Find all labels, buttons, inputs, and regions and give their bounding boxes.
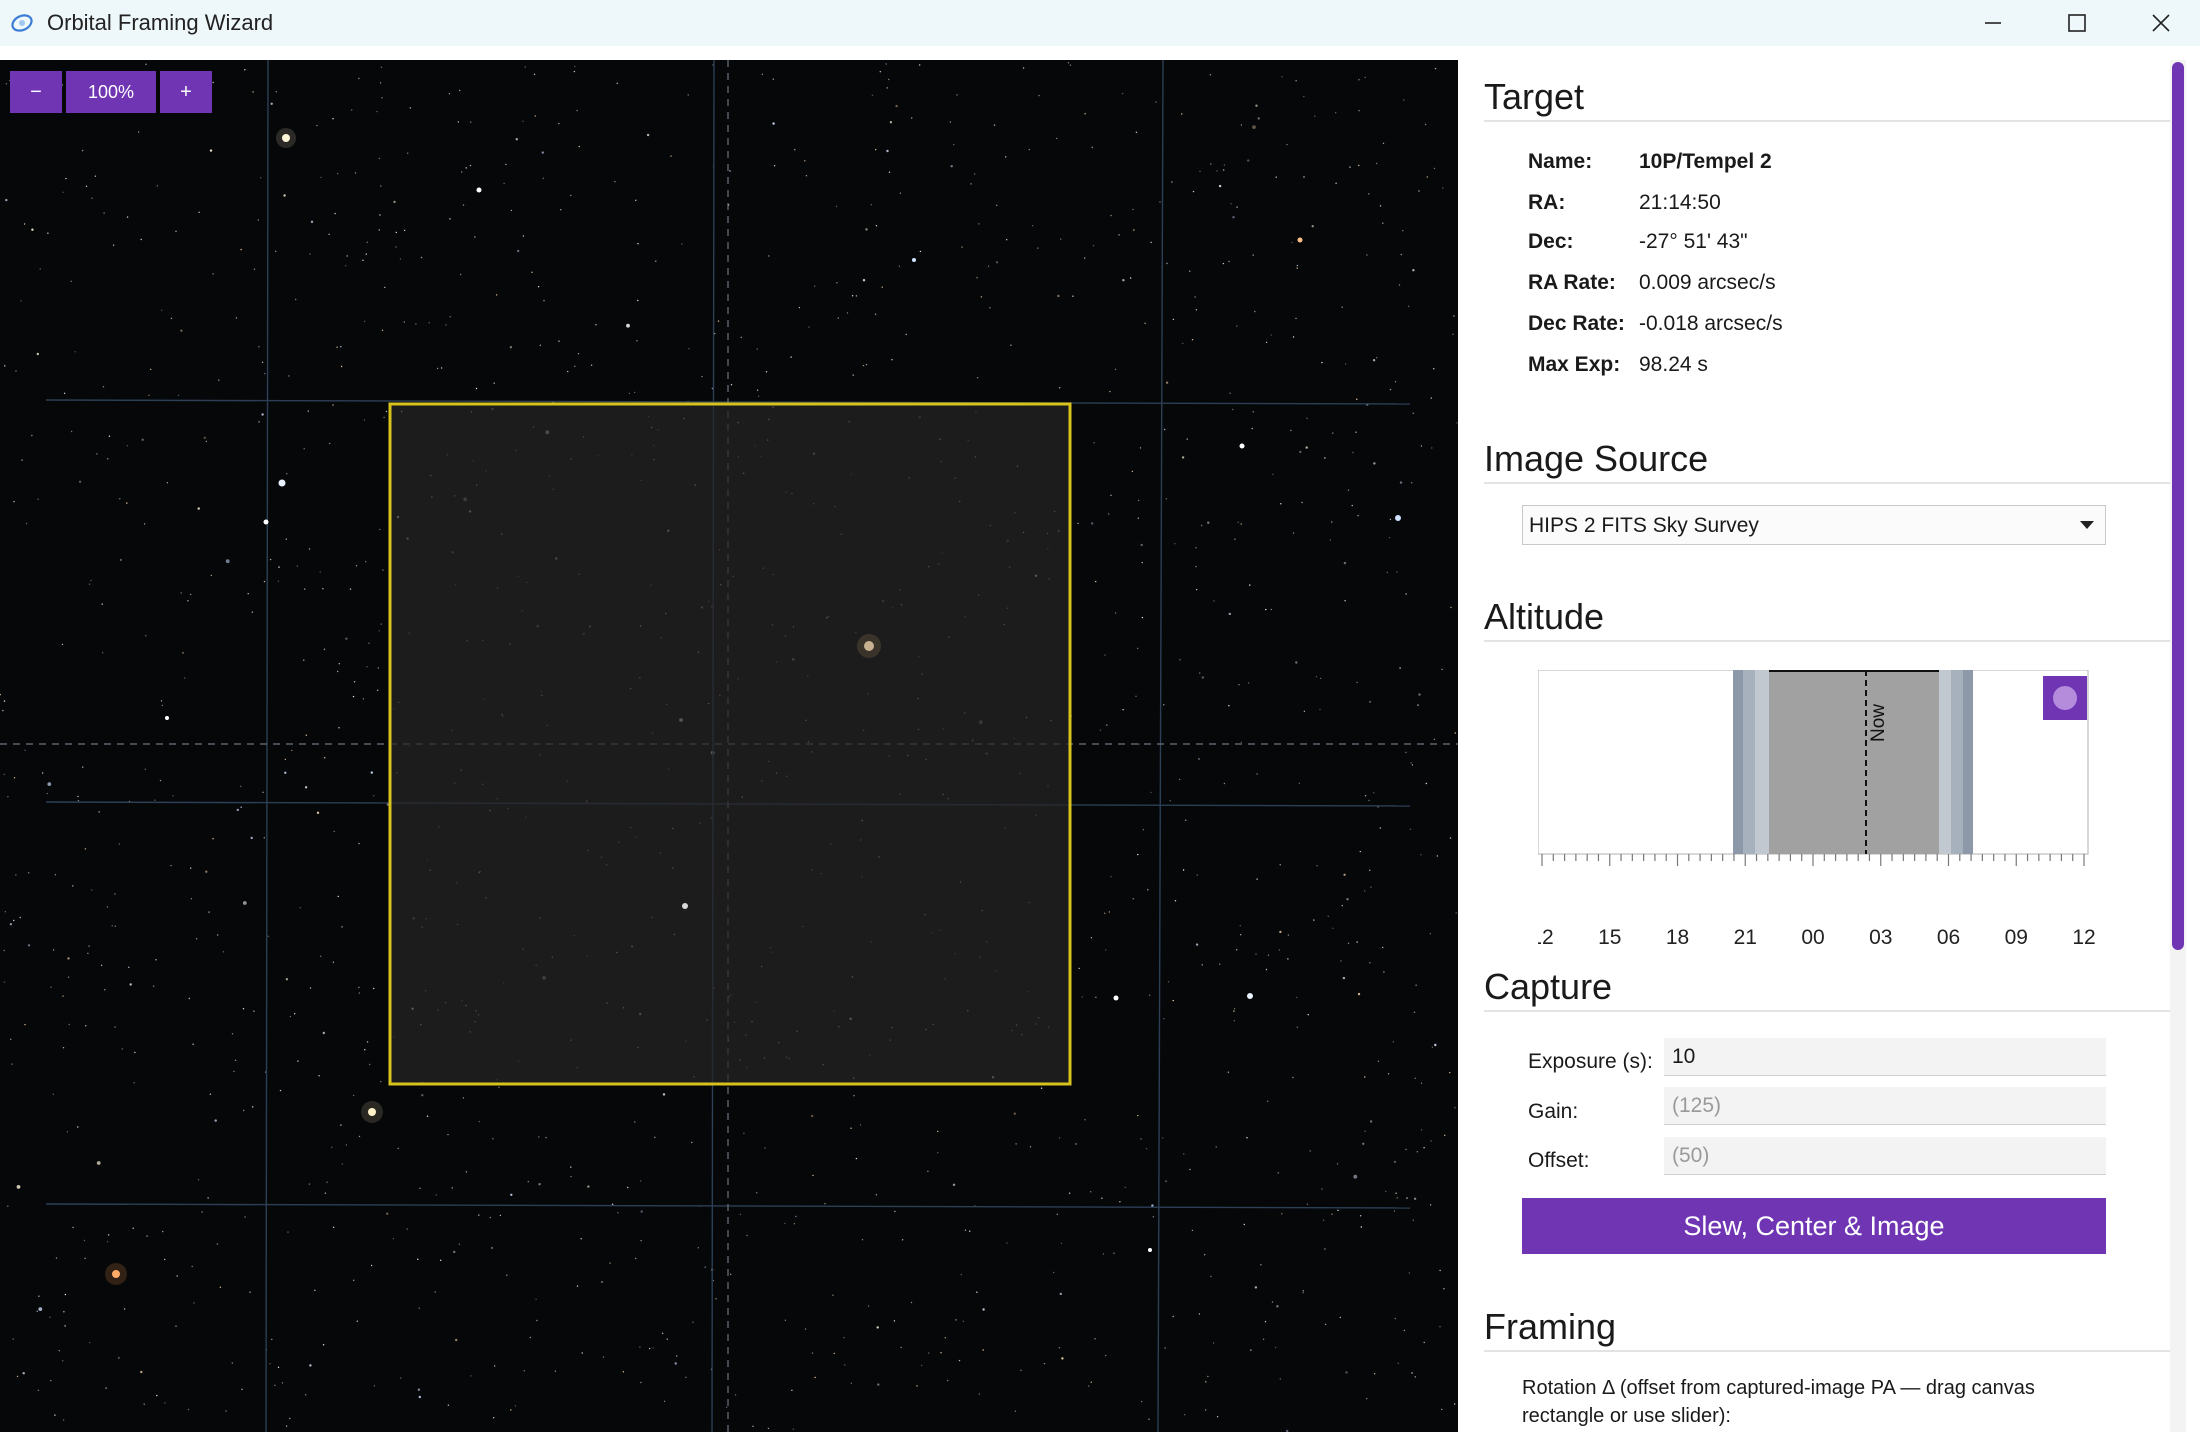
hour-tick-label: 12 xyxy=(1538,926,1554,949)
offset-input[interactable]: (50) xyxy=(1664,1137,2106,1175)
chevron-down-icon xyxy=(2080,521,2094,529)
image-source-heading: Image Source xyxy=(1484,438,1709,479)
slew-center-image-button[interactable]: Slew, Center & Image xyxy=(1522,1198,2106,1254)
hour-tick-label: 18 xyxy=(1666,926,1689,949)
gain-label: Gain: xyxy=(1528,1100,1579,1123)
maximize-button[interactable] xyxy=(2034,0,2118,46)
circle-icon xyxy=(2053,686,2077,710)
capture-divider xyxy=(1484,1010,2170,1012)
target-heading: Target xyxy=(1484,76,1585,117)
gain-placeholder: (125) xyxy=(1672,1094,1722,1117)
capture-heading: Capture xyxy=(1484,966,1613,1007)
target-dec-rate-label: Dec Rate: xyxy=(1528,312,1625,335)
gain-input[interactable]: (125) xyxy=(1664,1087,2106,1125)
target-ra-rate-label: RA Rate: xyxy=(1528,271,1616,294)
altitude-heading: Altitude xyxy=(1484,596,1605,637)
target-dec-label: Dec: xyxy=(1528,230,1574,253)
hour-tick-label: 21 xyxy=(1734,926,1757,949)
sky-canvas[interactable]: − 100% + xyxy=(0,60,1458,1432)
panel-scrollbar-thumb[interactable] xyxy=(2172,62,2184,950)
target-max-exp-label: Max Exp: xyxy=(1528,353,1621,376)
target-ra-value: 21:14:50 xyxy=(1639,191,1721,214)
framing-heading: Framing xyxy=(1484,1306,1617,1347)
target-ra-label: RA: xyxy=(1528,191,1566,214)
target-divider xyxy=(1484,120,2170,122)
altitude-divider xyxy=(1484,640,2170,642)
hour-tick-label: 00 xyxy=(1801,926,1824,949)
target-ra-rate-value: 0.009 arcsec/s xyxy=(1639,271,1776,294)
orbit-app-icon xyxy=(11,14,33,32)
hour-tick-label: 03 xyxy=(1869,926,1892,949)
image-source-select[interactable]: HIPS 2 FITS Sky Survey xyxy=(1522,505,2106,545)
zoom-in-button[interactable]: + xyxy=(160,71,212,113)
minimize-icon xyxy=(1985,22,2001,24)
exposure-label: Exposure (s): xyxy=(1528,1050,1653,1073)
image-source-selected: HIPS 2 FITS Sky Survey xyxy=(1529,514,1759,537)
close-button[interactable] xyxy=(2118,0,2200,46)
image-source-divider xyxy=(1484,482,2170,484)
zoom-level-display: 100% xyxy=(66,71,156,113)
minimize-button[interactable] xyxy=(1950,0,2034,46)
window-title: Orbital Framing Wizard xyxy=(47,10,274,35)
target-name-label: Name: xyxy=(1528,150,1593,173)
target-max-exp-value: 98.24 s xyxy=(1639,353,1708,376)
hour-tick-label: 06 xyxy=(1937,926,1960,949)
offset-label: Offset: xyxy=(1528,1149,1590,1172)
target-dec-rate-value: -0.018 arcsec/s xyxy=(1639,312,1783,335)
sky-survey-image xyxy=(0,60,1458,1432)
exposure-value: 10 xyxy=(1672,1045,1696,1068)
hour-tick-label: 15 xyxy=(1598,926,1621,949)
night-band xyxy=(1733,670,1973,854)
exposure-input[interactable]: 10 xyxy=(1664,1038,2106,1076)
target-name-value: 10P/Tempel 2 xyxy=(1639,150,1772,173)
framing-divider xyxy=(1484,1350,2170,1352)
rotation-description: Rotation Δ (offset from captured-image P… xyxy=(1522,1377,2035,1427)
now-label: Now xyxy=(1868,704,1889,742)
target-dec-value: -27° 51' 43" xyxy=(1639,230,1748,253)
hour-tick-labels: 12 15 18 21 00 03 06 09 12 xyxy=(1538,926,2096,949)
minor-ticks xyxy=(1541,854,2085,866)
framing-rectangle[interactable] xyxy=(388,402,1072,1086)
close-icon xyxy=(2152,14,2170,32)
maximize-icon xyxy=(2068,14,2086,32)
hour-tick-label: 12 xyxy=(2072,926,2095,949)
altitude-chart: Now 12 15 18 21 00 03 06 09 12 xyxy=(1538,670,2096,949)
hour-tick-label: 09 xyxy=(2005,926,2028,949)
settings-panel: Target Name: 10P/Tempel 2 RA: 21:14:50 D… xyxy=(1458,46,2200,1432)
zoom-out-button[interactable]: − xyxy=(10,71,62,113)
offset-placeholder: (50) xyxy=(1672,1144,1710,1167)
title-bar: Orbital Framing Wizard xyxy=(0,0,2200,46)
